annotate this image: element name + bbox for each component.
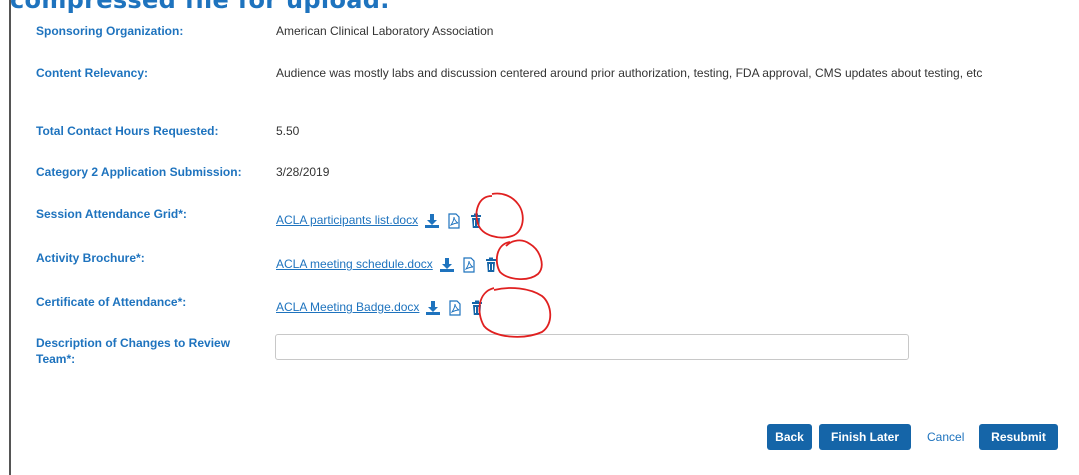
left-border — [9, 0, 11, 475]
field-value: 5.50 — [276, 124, 300, 138]
pdf-icon[interactable] — [447, 300, 463, 316]
back-button[interactable]: Back — [767, 424, 812, 450]
download-icon[interactable] — [425, 300, 441, 316]
trash-icon[interactable] — [469, 300, 485, 316]
download-icon[interactable] — [439, 257, 455, 273]
file-link[interactable]: ACLA participants list.docx — [276, 213, 418, 227]
finish-later-button[interactable]: Finish Later — [819, 424, 911, 450]
field-label: Content Relevancy: — [36, 66, 149, 80]
resubmit-button[interactable]: Resubmit — [979, 424, 1058, 450]
pdf-icon[interactable] — [461, 257, 477, 273]
field-value: American Clinical Laboratory Association — [276, 24, 494, 38]
upload-file-group: ACLA Meeting Badge.docx — [276, 297, 996, 317]
trash-icon[interactable] — [468, 213, 484, 229]
field-label: Category 2 Application Submission: — [36, 165, 242, 179]
field-label: Sponsoring Organization: — [36, 24, 184, 38]
description-of-changes-input[interactable] — [275, 334, 909, 360]
field-label: Activity Brochure*: — [36, 251, 145, 265]
page-heading-clipped: compressed file for upload. — [10, 0, 390, 14]
field-label: Description of Changes to Review Team*: — [36, 336, 231, 366]
upload-file-group: ACLA meeting schedule.docx — [276, 254, 996, 274]
trash-icon[interactable] — [483, 257, 499, 273]
pdf-icon[interactable] — [446, 213, 462, 229]
file-link[interactable]: ACLA meeting schedule.docx — [276, 257, 433, 271]
field-label: Total Contact Hours Requested: — [36, 124, 219, 138]
field-label: Certificate of Attendance*: — [36, 295, 187, 309]
field-value: Audience was mostly labs and discussion … — [276, 66, 983, 80]
field-value: 3/28/2019 — [276, 165, 330, 179]
field-label: Session Attendance Grid*: — [36, 207, 187, 221]
cancel-link[interactable]: Cancel — [927, 424, 964, 450]
upload-file-group: ACLA participants list.docx — [276, 210, 996, 230]
file-link[interactable]: ACLA Meeting Badge.docx — [276, 300, 419, 314]
download-icon[interactable] — [424, 213, 440, 229]
